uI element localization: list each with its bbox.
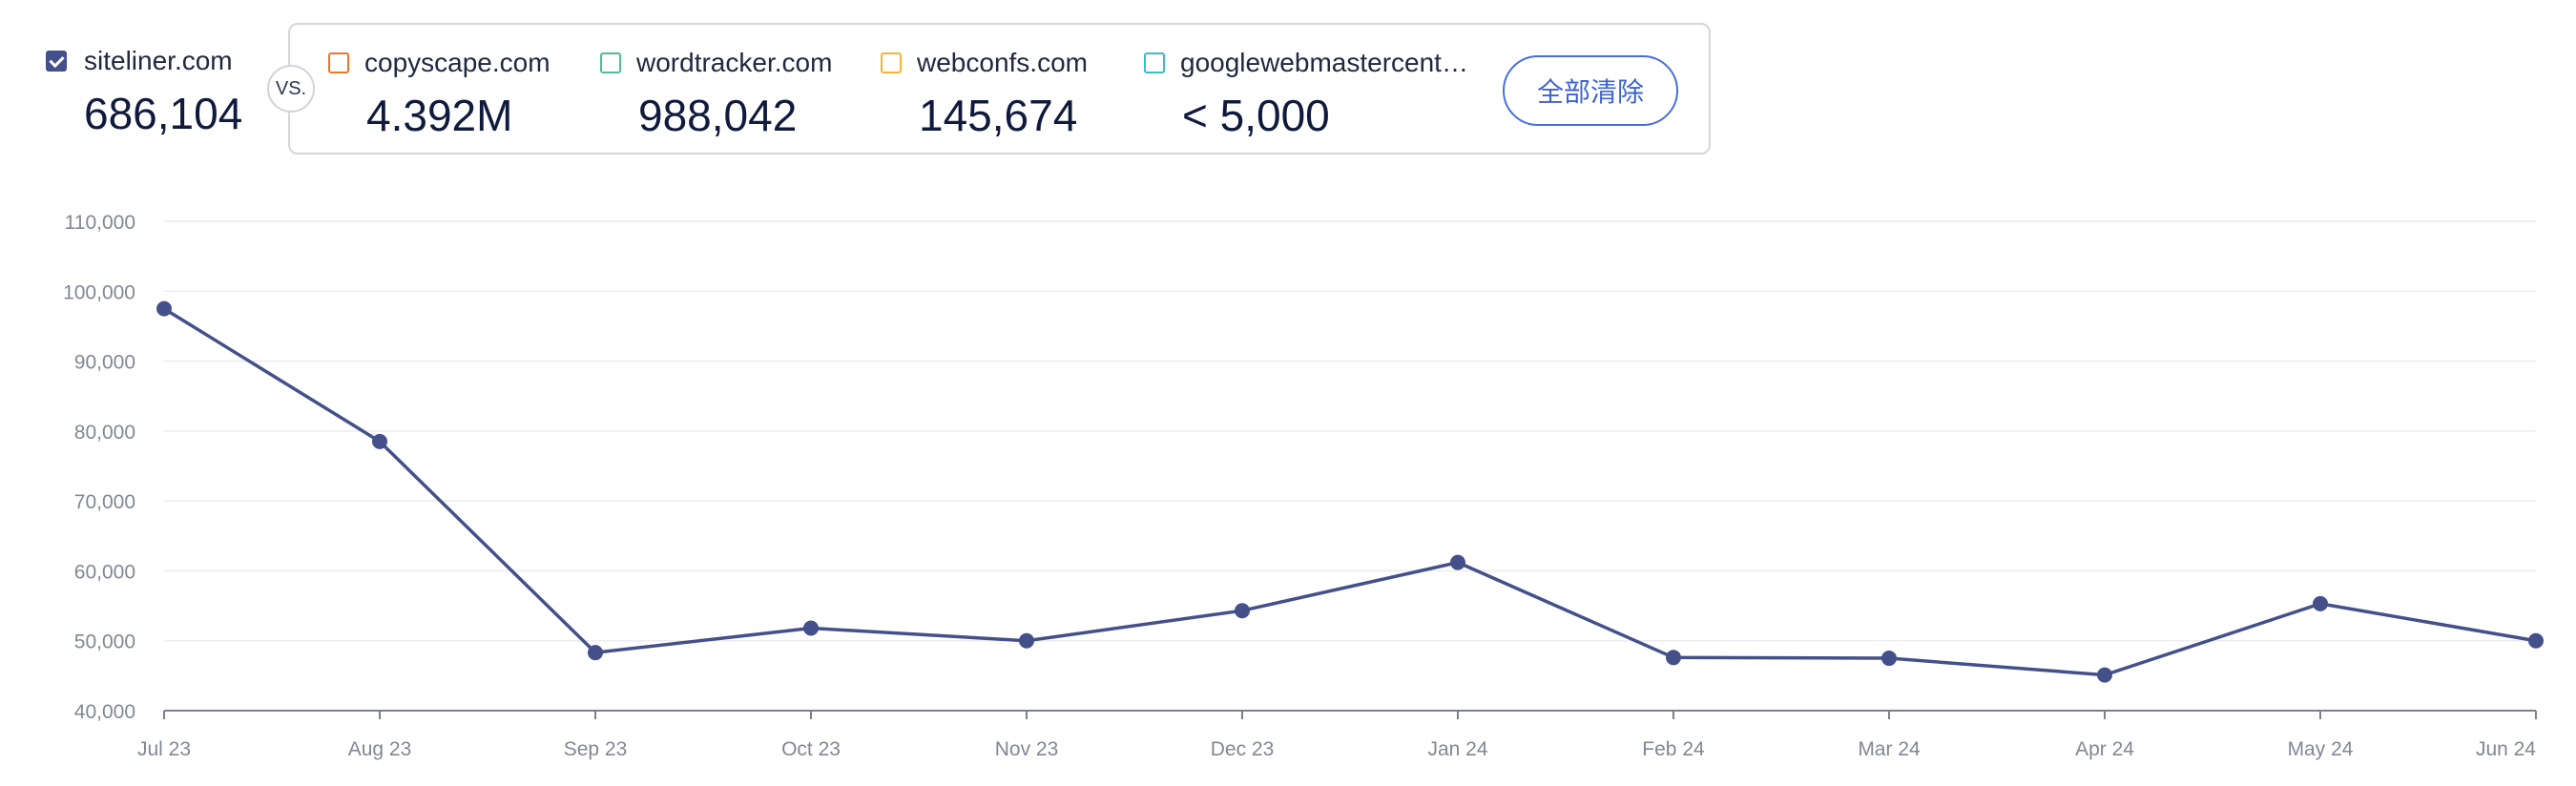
competitor-copyscape: copyscape.com 4.392M <box>328 44 551 141</box>
y-axis-ticks: 40,000 50,000 60,000 70,000 80,000 90,000 100,… <box>63 212 135 723</box>
competitor-domain-label: webconfs.com <box>917 48 1088 77</box>
competitor-row[interactable]: wordtracker.com <box>600 44 832 82</box>
competitor-checkbox[interactable] <box>600 52 621 73</box>
competitor-wordtracker: wordtracker.com 988,042 <box>600 44 832 141</box>
x-tick-label: Jun 24 <box>2476 738 2536 760</box>
competitor-row[interactable]: googlewebmastercent… <box>1144 44 1468 82</box>
competitor-checkbox[interactable] <box>328 52 349 73</box>
x-tick-label: Jul 23 <box>137 738 191 760</box>
competitor-value: 145,674 <box>919 91 1078 140</box>
data-point[interactable] <box>2313 595 2328 611</box>
y-tick-label: 70,000 <box>74 491 135 513</box>
x-axis-ticks: Jul 23 Aug 23 Sep 23 Oct 23 Nov 23 Dec 23 Jan … <box>137 711 2537 760</box>
data-point[interactable] <box>1666 650 1681 666</box>
primary-domain-row[interactable]: siteliner.com <box>46 42 275 80</box>
x-tick-label: Feb 24 <box>1642 738 1705 760</box>
competitor-row[interactable]: webconfs.com <box>881 44 1088 82</box>
competitor-webconfs: webconfs.com 145,674 <box>881 44 1088 141</box>
competitor-value: < 5,000 <box>1182 91 1330 140</box>
data-point[interactable] <box>2528 632 2544 649</box>
x-tick-label: Aug 23 <box>348 738 412 760</box>
x-tick-label: Nov 23 <box>995 738 1059 760</box>
x-tick-label: Apr 24 <box>2075 738 2134 760</box>
clear-all-button[interactable]: 全部清除 <box>1503 55 1678 126</box>
x-tick-label: Sep 23 <box>564 738 628 760</box>
traffic-line-chart: 40,000 50,000 60,000 70,000 80,000 90,000 100,… <box>63 212 2544 760</box>
data-point[interactable] <box>1881 651 1897 667</box>
data-point[interactable] <box>1019 632 1034 649</box>
y-tick-label: 50,000 <box>74 631 135 653</box>
x-tick-label: Mar 24 <box>1858 738 1921 760</box>
primary-domain-panel: siteliner.com 686,104 <box>46 42 275 139</box>
series-siteliner <box>156 300 2544 683</box>
primary-domain-value: 686,104 <box>84 89 243 138</box>
y-tick-label: 90,000 <box>74 352 135 374</box>
y-tick-label: 110,000 <box>65 212 135 234</box>
y-tick-label: 40,000 <box>74 701 135 723</box>
x-tick-label: Oct 23 <box>781 738 841 760</box>
competitor-row[interactable]: copyscape.com <box>328 44 551 82</box>
data-point[interactable] <box>156 300 172 317</box>
competitor-value: 4.392M <box>366 91 513 140</box>
data-point[interactable] <box>803 620 819 636</box>
competitor-domain-label: wordtracker.com <box>636 48 833 77</box>
data-point[interactable] <box>2097 667 2112 683</box>
primary-domain-label: siteliner.com <box>84 46 233 75</box>
competitor-domain-label: copyscape.com <box>364 48 551 77</box>
competitor-googlewebmastercentral: googlewebmastercent… < 5,000 <box>1144 44 1468 141</box>
data-point[interactable] <box>1235 603 1250 619</box>
competitors-panel: copyscape.com 4.392M wordtracker.com 988… <box>288 23 1711 155</box>
competitor-checkbox[interactable] <box>881 52 902 73</box>
competitor-checkbox[interactable] <box>1144 52 1165 73</box>
data-point[interactable] <box>1450 554 1465 570</box>
vs-badge: VS. <box>267 65 315 113</box>
primary-domain-checkbox[interactable] <box>46 51 67 72</box>
series-line <box>163 307 2537 677</box>
x-tick-label: Jan 24 <box>1427 738 1487 760</box>
y-tick-label: 80,000 <box>74 422 135 444</box>
x-tick-label: May 24 <box>2288 738 2354 760</box>
y-tick-label: 100,000 <box>63 281 135 303</box>
data-point[interactable] <box>588 645 603 661</box>
competitor-domain-label: googlewebmastercent… <box>1180 48 1468 77</box>
competitor-value: 988,042 <box>638 91 798 140</box>
data-point[interactable] <box>372 433 387 449</box>
x-tick-label: Dec 23 <box>1211 738 1275 760</box>
y-tick-label: 60,000 <box>74 561 135 583</box>
